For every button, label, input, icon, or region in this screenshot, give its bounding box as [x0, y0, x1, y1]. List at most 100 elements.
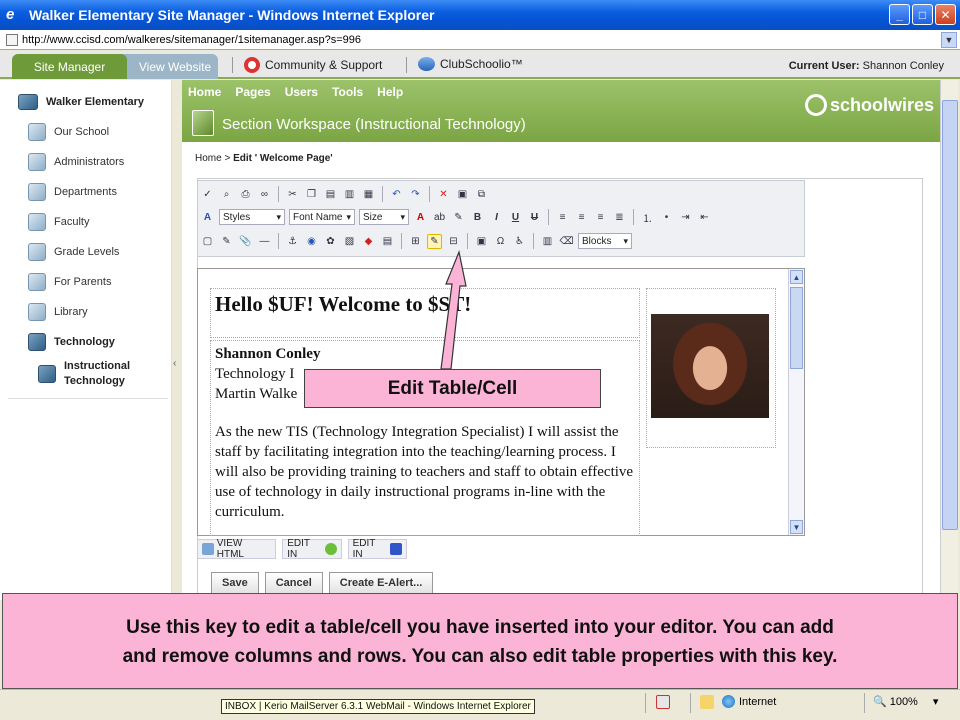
save-button[interactable]: Save	[211, 572, 259, 594]
document-icon[interactable]: ▤	[380, 234, 395, 249]
sidebar-item-for-parents[interactable]: For Parents	[28, 268, 198, 296]
breadcrumb-current: Edit ' Welcome Page'	[233, 153, 333, 164]
tab-edit-in-frontpage[interactable]: EDIT IN	[347, 538, 407, 560]
link-icon[interactable]: ◉	[304, 234, 319, 249]
clubschoolio-label: ClubSchoolio™	[440, 57, 523, 71]
eraser-icon[interactable]: ⌫	[559, 234, 574, 249]
clubschoolio-link[interactable]: ClubSchoolio™	[418, 57, 523, 71]
numbered-list-icon[interactable]: ⒈	[640, 210, 655, 225]
paste-word-icon[interactable]: ▦	[361, 187, 376, 202]
copy-icon[interactable]: ❐	[304, 187, 319, 202]
collapse-sidebar-icon[interactable]: ‹	[173, 358, 176, 369]
bold-button[interactable]: B	[470, 210, 485, 225]
zoom-control[interactable]: 🔍 100% ▾	[873, 695, 938, 709]
underline-button[interactable]: U	[508, 210, 523, 225]
preview-icon[interactable]: ⧉	[474, 187, 489, 202]
editor-scrollbar[interactable]: ▲ ▼	[788, 269, 804, 535]
menu-tools[interactable]: Tools	[332, 85, 363, 99]
editor-scroll-thumb[interactable]	[790, 287, 803, 369]
horizontal-rule-icon[interactable]: —	[257, 234, 272, 249]
indent-icon[interactable]: ⇥	[678, 210, 693, 225]
tab-edit-in-dreamweaver[interactable]: EDIT IN	[282, 538, 342, 560]
anchor-icon[interactable]: ⚓	[285, 234, 300, 249]
sidebar-item-our-school[interactable]: Our School	[28, 118, 198, 146]
insert-table-icon[interactable]: ⊞	[408, 234, 423, 249]
sidebar-item-label: Library	[54, 306, 88, 318]
address-url[interactable]: http://www.ccisd.com/walkeres/sitemanage…	[22, 34, 361, 46]
chevron-down-icon[interactable]: ▼	[941, 32, 957, 48]
delete-icon[interactable]: ✕	[436, 187, 451, 202]
maximize-button[interactable]: □	[912, 4, 933, 25]
security-zone[interactable]: Internet	[722, 695, 776, 708]
sidebar-item-faculty[interactable]: Faculty	[28, 208, 198, 236]
scroll-down-icon[interactable]: ▼	[790, 520, 803, 534]
scrollbar-thumb[interactable]	[942, 100, 958, 530]
menu-users[interactable]: Users	[285, 85, 318, 99]
scroll-up-icon[interactable]: ▲	[790, 270, 803, 284]
popup-blocker-icon[interactable]	[656, 695, 670, 709]
table-grid-icon[interactable]: ⊟	[446, 234, 461, 249]
omega-icon[interactable]: Ω	[493, 234, 508, 249]
cancel-button[interactable]: Cancel	[264, 572, 323, 594]
breadcrumb-home[interactable]: Home >	[195, 153, 230, 164]
zone-label: Internet	[739, 695, 777, 708]
sidebar-item-instructional-technology[interactable]: Instructional Technology	[38, 358, 158, 390]
edit-table-cell-icon[interactable]: ✎	[427, 233, 442, 249]
select-all-icon[interactable]: ▣	[455, 187, 470, 202]
find-icon[interactable]: ⌕	[219, 187, 234, 202]
binoculars-icon[interactable]: ∞	[257, 187, 272, 202]
justify-icon[interactable]: ≣	[612, 210, 627, 225]
attach-icon[interactable]: 📎	[238, 234, 253, 249]
tab-view-html[interactable]: VIEW HTML	[197, 538, 277, 560]
form-icon[interactable]: ▢	[200, 234, 215, 249]
align-left-icon[interactable]: ≡	[555, 210, 570, 225]
undo-icon[interactable]: ↶	[389, 187, 404, 202]
protected-mode-icon[interactable]	[700, 695, 714, 709]
paste-text-icon[interactable]: ▥	[342, 187, 357, 202]
image-icon[interactable]: ✿	[323, 234, 338, 249]
menu-pages[interactable]: Pages	[235, 85, 270, 99]
sidebar-item-library[interactable]: Library	[28, 298, 198, 326]
bullet-list-icon[interactable]: •	[659, 210, 674, 225]
brush-icon[interactable]: ✎	[451, 210, 466, 225]
sidebar-item-administrators[interactable]: Administrators	[28, 148, 198, 176]
community-support-link[interactable]: Community & Support	[244, 57, 382, 73]
tab-view-website-label: View Website	[138, 59, 212, 74]
highlight-icon[interactable]: ab	[432, 210, 447, 225]
template-icon[interactable]: ▥	[540, 234, 555, 249]
tab-view-website[interactable]: View Website	[118, 54, 218, 79]
tab-site-manager[interactable]: Site Manager	[12, 54, 127, 79]
sidebar-item-departments[interactable]: Departments	[28, 178, 198, 206]
sidebar-item-school[interactable]: Walker Elementary	[18, 88, 188, 116]
minimize-button[interactable]: _	[889, 4, 910, 25]
style-icon[interactable]: A	[200, 210, 215, 225]
menu-home[interactable]: Home	[188, 85, 221, 99]
align-center-icon[interactable]: ≡	[574, 210, 589, 225]
flash-icon[interactable]: ◆	[361, 234, 376, 249]
close-button[interactable]: ✕	[935, 4, 956, 25]
align-right-icon[interactable]: ≡	[593, 210, 608, 225]
sidebar-item-technology[interactable]: Technology	[28, 328, 198, 356]
blocks-select[interactable]: Blocks	[578, 233, 632, 249]
cut-icon[interactable]: ✂	[285, 187, 300, 202]
status-bar: INBOX | Kerio MailServer 6.3.1 WebMail -…	[0, 689, 960, 720]
size-select[interactable]: Size	[359, 209, 409, 225]
redo-icon[interactable]: ↷	[408, 187, 423, 202]
media-icon[interactable]: ▧	[342, 234, 357, 249]
styles-select[interactable]: Styles	[219, 209, 285, 225]
create-ealert-button[interactable]: Create E-Alert...	[328, 572, 434, 594]
menu-help[interactable]: Help	[377, 85, 403, 99]
print-icon[interactable]: ⎙	[238, 187, 253, 202]
font-name-select[interactable]: Font Name	[289, 209, 355, 225]
accessibility-icon[interactable]: ♿	[512, 234, 527, 249]
edit-icon[interactable]: ✎	[219, 234, 234, 249]
outdent-icon[interactable]: ⇤	[697, 210, 712, 225]
italic-button[interactable]: I	[489, 210, 504, 225]
image-frame-icon[interactable]: ▣	[474, 234, 489, 249]
address-bar[interactable]: http://www.ccisd.com/walkeres/sitemanage…	[0, 30, 960, 50]
spellcheck-icon[interactable]: ✓	[200, 187, 215, 202]
paste-icon[interactable]: ▤	[323, 187, 338, 202]
font-color-icon[interactable]: A	[413, 210, 428, 225]
sidebar-item-grade-levels[interactable]: Grade Levels	[28, 238, 198, 266]
strikethrough-icon[interactable]: U	[527, 210, 542, 225]
